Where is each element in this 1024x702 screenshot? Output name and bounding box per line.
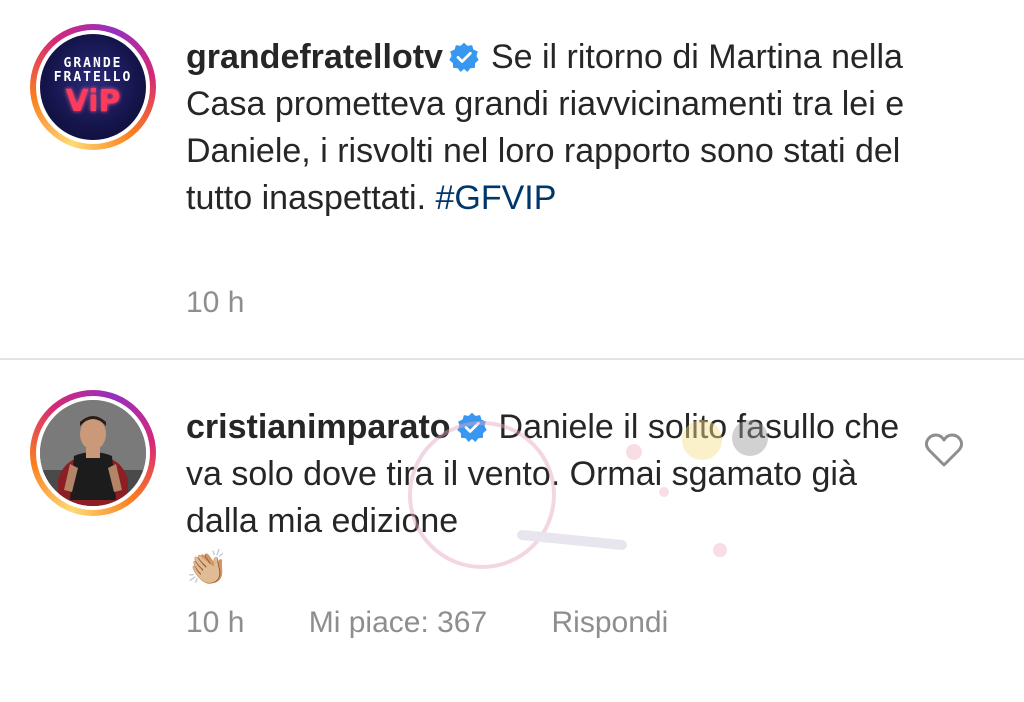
- comment-username[interactable]: cristianimparato: [186, 408, 451, 446]
- post-caption: GRANDE FRATELLO ViP grandefratellotv Se …: [0, 0, 1024, 358]
- post-avatar: GRANDE FRATELLO ViP: [40, 34, 146, 140]
- comment-avatar-ring[interactable]: [30, 390, 156, 516]
- verified-badge-icon: [449, 42, 479, 72]
- likes-count-button[interactable]: Mi piace: 367: [309, 606, 487, 640]
- comment-text: cristianimparato Daniele il solito fasul…: [186, 404, 906, 592]
- post-avatar-gap: GRANDE FRATELLO ViP: [36, 30, 150, 144]
- comment-meta: 10 h Mi piace: 367 Rispondi: [186, 606, 668, 640]
- reply-button[interactable]: Rispondi: [552, 606, 669, 640]
- post-time: 10 h: [186, 286, 245, 319]
- comment-avatar-gap: [36, 396, 150, 510]
- verified-badge-icon: [456, 412, 487, 442]
- heart-outline-icon[interactable]: [924, 432, 964, 468]
- post-username[interactable]: grandefratellotv: [186, 38, 443, 76]
- post-text: grandefratellotv Se il ritorno di Martin…: [186, 34, 946, 222]
- post-hashtag[interactable]: #GFVIP: [436, 179, 557, 217]
- logo-line-2: FRATELLO: [53, 70, 133, 85]
- comment: cristianimparato Daniele il solito fasul…: [0, 360, 1024, 702]
- logo-vip: ViP: [65, 84, 121, 119]
- clapping-hands-icon: 👏🏼: [186, 548, 229, 588]
- logo-line-1: GRANDE: [63, 56, 123, 71]
- post-avatar-ring[interactable]: GRANDE FRATELLO ViP: [30, 24, 156, 150]
- person-photo-icon: [40, 400, 146, 506]
- post-meta: 10 h: [186, 286, 244, 320]
- comment-avatar: [40, 400, 146, 506]
- comment-time: 10 h: [186, 606, 245, 639]
